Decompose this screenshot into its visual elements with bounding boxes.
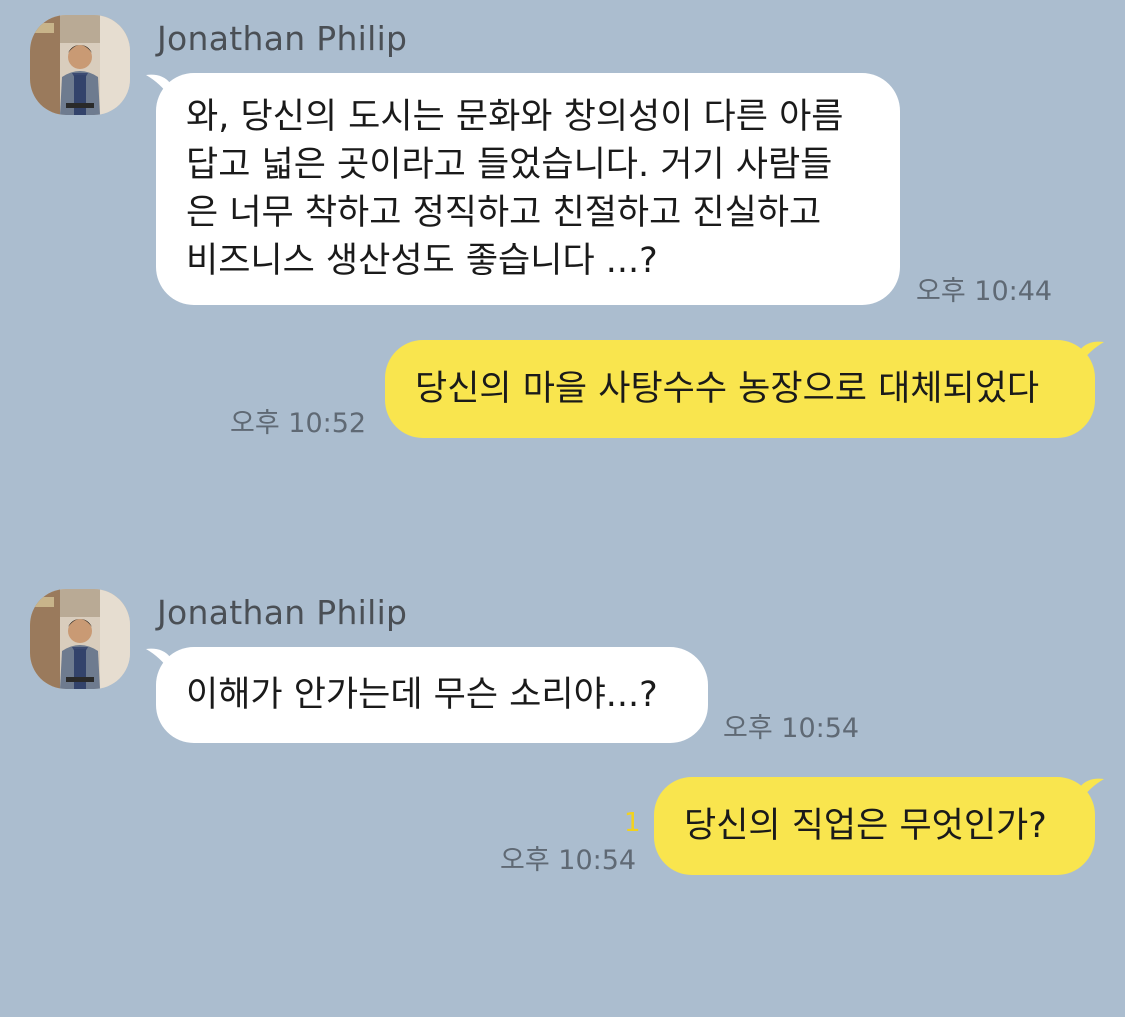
message-text: 당신의 직업은 무엇인가? [684, 806, 1047, 846]
message-text-line: 은 너무 착하고 정직하고 친절하고 진실하고 [186, 193, 822, 233]
message-bubble-outgoing[interactable]: 당신의 마을 사탕수수 농장으로 대체되었다 [385, 340, 1095, 438]
message-bubble-incoming[interactable]: 이해가 안가는데 무슨 소리야...? [156, 647, 708, 743]
message-time: 오후 10:54 [723, 713, 860, 744]
message-text-line: 답고 넓은 곳이라고 들었습니다. 거기 사람들 [186, 145, 833, 185]
sender-name: Jonathan Philip [157, 593, 408, 632]
message-time: 오후 10:52 [230, 408, 367, 439]
profile-photo-icon [30, 589, 130, 689]
message-time: 오후 10:44 [916, 276, 1053, 307]
message-text: 당신의 마을 사탕수수 농장으로 대체되었다 [415, 369, 1040, 409]
message-bubble-incoming[interactable]: 와, 당신의 도시는 문화와 창의성이 다른 아름 답고 넓은 곳이라고 들었습… [156, 73, 900, 305]
message-text-line: 와, 당신의 도시는 문화와 창의성이 다른 아름 [186, 97, 844, 137]
bubble-tail-icon [1080, 778, 1104, 801]
message-text-line: 비즈니스 생산성도 좋습니다 ...? [186, 241, 658, 281]
avatar[interactable] [30, 15, 130, 115]
sender-name: Jonathan Philip [157, 19, 408, 58]
avatar[interactable] [30, 589, 130, 689]
bubble-tail-icon [1080, 341, 1104, 364]
message-text: 이해가 안가는데 무슨 소리야...? [186, 675, 658, 715]
profile-photo-icon [30, 15, 130, 115]
unread-count: 1 [624, 808, 641, 838]
message-time: 오후 10:54 [500, 845, 637, 876]
message-bubble-outgoing[interactable]: 당신의 직업은 무엇인가? [654, 777, 1095, 875]
